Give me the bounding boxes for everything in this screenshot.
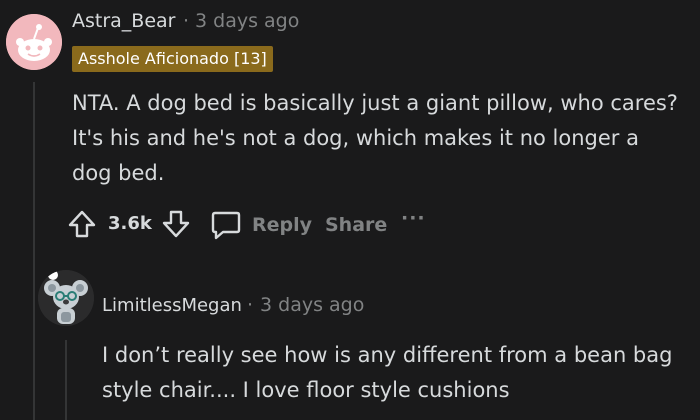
vote-score: 3.6k	[108, 213, 152, 234]
speech-bubble-icon[interactable]	[209, 208, 243, 242]
comment-timestamp[interactable]: 3 days ago	[195, 10, 299, 32]
reply-meta-separator: ·	[247, 294, 254, 316]
thread-line-reply[interactable]	[65, 340, 67, 420]
user-flair: Asshole Aficionado [13]	[72, 46, 273, 72]
thread-line-main[interactable]	[33, 82, 35, 420]
downvote-arrow-icon[interactable]	[160, 208, 192, 240]
snoo-avatar-icon	[6, 14, 62, 70]
ellipsis-icon[interactable]: ···	[401, 207, 426, 229]
comment-meta-separator: ·	[183, 10, 190, 32]
comment-body: NTA. A dog bed is basically just a giant…	[72, 91, 678, 185]
avatar[interactable]	[6, 14, 62, 70]
upvote-arrow-icon[interactable]	[66, 208, 98, 240]
avatar[interactable]	[38, 270, 94, 326]
online-dot-icon	[48, 270, 58, 280]
share-button[interactable]: Share	[325, 214, 387, 236]
koala-avatar-icon	[38, 270, 94, 326]
reply-author[interactable]: LimitlessMegan	[102, 295, 242, 316]
reply-button[interactable]: Reply	[252, 214, 312, 236]
reply-body: I don’t really see how is any different …	[102, 343, 673, 402]
comment-author[interactable]: Astra_Bear	[72, 10, 175, 32]
reply-timestamp[interactable]: 3 days ago	[260, 294, 364, 316]
